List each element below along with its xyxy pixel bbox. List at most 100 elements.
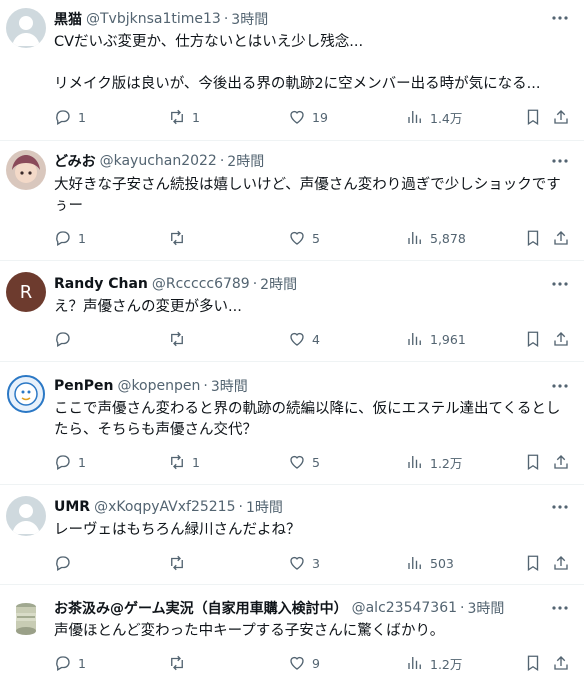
avatar[interactable]: [6, 496, 46, 536]
author-handle[interactable]: @alc23547361: [352, 600, 457, 616]
reply-button[interactable]: 1: [54, 652, 86, 674]
bookmark-icon: [527, 655, 539, 672]
avatar[interactable]: [6, 374, 46, 414]
author-handle[interactable]: @kopenpen: [117, 378, 200, 394]
views-button[interactable]: 1.2万: [406, 652, 462, 674]
more-options-icon[interactable]: [550, 151, 570, 171]
separator-dot: ·: [203, 378, 208, 394]
avatar[interactable]: [6, 597, 46, 637]
repost-button[interactable]: [168, 227, 192, 249]
reply-button[interactable]: 1: [54, 451, 86, 473]
more-options-icon[interactable]: [550, 8, 570, 28]
heart-icon: [290, 455, 304, 469]
avatar[interactable]: [6, 8, 46, 48]
repost-button[interactable]: [168, 652, 192, 674]
reply-icon: [56, 455, 70, 470]
tweet[interactable]: PenPen @kopenpen · 3時間 ここで声優さん変わると界の軌跡の続…: [0, 362, 584, 485]
avatar[interactable]: R: [6, 272, 46, 312]
reply-button[interactable]: [54, 552, 78, 574]
like-button[interactable]: 5: [288, 451, 320, 473]
avatar[interactable]: [6, 150, 46, 190]
tweet-text-content: レーヴェはもちろん緑川さんだよね？: [54, 522, 301, 538]
timestamp[interactable]: 2時間: [227, 151, 264, 171]
author-handle[interactable]: @Rccccc6789: [152, 276, 250, 292]
bookmark-button[interactable]: [524, 552, 542, 574]
repost-icon: [171, 555, 183, 571]
like-button[interactable]: 5: [288, 227, 320, 249]
like-button[interactable]: 9: [288, 652, 320, 674]
views-button[interactable]: 503: [406, 552, 454, 574]
views-button[interactable]: 1.4万: [406, 106, 462, 128]
timestamp[interactable]: 3時間: [231, 9, 268, 29]
timestamp[interactable]: 2時間: [260, 274, 297, 294]
reply-count: 1: [78, 109, 86, 125]
view-count: 1.4万: [430, 110, 463, 126]
reply-button[interactable]: 1: [54, 106, 86, 128]
bookmark-button[interactable]: [524, 106, 542, 128]
like-count: 19: [312, 109, 328, 125]
repost-button[interactable]: 1: [168, 106, 200, 128]
share-button[interactable]: [552, 227, 570, 249]
more-options-icon[interactable]: [550, 274, 570, 294]
views-icon: [408, 657, 421, 669]
author-name[interactable]: どみお: [54, 151, 96, 171]
author-name[interactable]: 黒猫: [54, 9, 82, 29]
views-button[interactable]: 1,961: [406, 328, 466, 350]
like-button[interactable]: 4: [288, 328, 320, 350]
tweet[interactable]: 黒猫 @Tvbjknsa1time13 · 3時間 CVだいぶ変更か、仕方ないと…: [0, 0, 584, 141]
like-button[interactable]: 19: [288, 106, 328, 128]
share-button[interactable]: [552, 652, 570, 674]
tweet-text-content: CVだいぶ変更か、仕方ないとはいえ少し残念... リメイク版は良いが、今後出る界…: [54, 34, 541, 92]
tweet-actions: 1 1 19 1.4万: [54, 106, 574, 128]
view-count: 1.2万: [430, 455, 463, 471]
bookmark-button[interactable]: [524, 227, 542, 249]
author-handle[interactable]: @xKoqpyAVxf25215: [94, 499, 235, 515]
reply-icon: [56, 656, 70, 671]
share-button[interactable]: [552, 328, 570, 350]
bookmark-button[interactable]: [524, 328, 542, 350]
bookmark-button[interactable]: [524, 652, 542, 674]
share-icon: [554, 656, 568, 670]
timestamp[interactable]: 3時間: [211, 376, 248, 396]
avatar-letter: R: [19, 281, 33, 303]
more-options-icon[interactable]: [550, 497, 570, 517]
more-options-icon[interactable]: [550, 598, 570, 618]
views-button[interactable]: 1.2万: [406, 451, 462, 473]
bookmark-icon: [527, 331, 539, 348]
like-button[interactable]: 3: [288, 552, 320, 574]
views-button[interactable]: 5,878: [406, 227, 466, 249]
share-button[interactable]: [552, 451, 570, 473]
author-handle[interactable]: @kayuchan2022: [100, 153, 217, 169]
author-name[interactable]: PenPen: [54, 378, 113, 394]
author-name[interactable]: お茶汲み@ゲーム実況（自家用車購入検討中）: [54, 598, 348, 618]
more-options-icon[interactable]: [550, 376, 570, 396]
share-icon: [554, 556, 568, 570]
reply-button[interactable]: 1: [54, 227, 86, 249]
tweet[interactable]: UMR @xKoqpyAVxf25215 · 1時間 レーヴェはもちろん緑川さん…: [0, 485, 584, 585]
timestamp[interactable]: 3時間: [467, 598, 504, 618]
share-button[interactable]: [552, 106, 570, 128]
repost-icon: [171, 109, 183, 125]
author-name[interactable]: Randy Chan: [54, 276, 148, 292]
share-button[interactable]: [552, 552, 570, 574]
repost-button[interactable]: [168, 552, 192, 574]
tweet-actions: 1 9 1.2万: [54, 652, 574, 674]
bookmark-icon: [527, 454, 539, 471]
reply-button[interactable]: [54, 328, 78, 350]
reply-count: 1: [78, 655, 86, 671]
tweet[interactable]: R Randy Chan @Rccccc6789 · 2時間 え？声優さんの変更…: [0, 261, 584, 362]
tweet[interactable]: どみお @kayuchan2022 · 2時間 大好きな子安さん続投は嬉しいけど…: [0, 141, 584, 261]
repost-button[interactable]: 1: [168, 451, 200, 473]
tweet-text-content: 大好きな子安さん続投は嬉しいけど、声優さん変わり過ぎで少しショックですぅー: [54, 177, 561, 214]
author-handle[interactable]: @Tvbjknsa1time13: [86, 11, 221, 27]
like-count: 4: [312, 331, 320, 347]
author-name[interactable]: UMR: [54, 499, 90, 515]
bookmark-icon: [527, 555, 539, 572]
timestamp[interactable]: 1時間: [246, 497, 283, 517]
tweet[interactable]: お茶汲み@ゲーム実況（自家用車購入検討中） @alc23547361 · 3時間…: [0, 585, 584, 682]
separator-dot: ·: [219, 153, 225, 169]
bookmark-button[interactable]: [524, 451, 542, 473]
bookmark-icon: [527, 109, 539, 126]
reply-count: 1: [78, 230, 86, 246]
repost-button[interactable]: [168, 328, 192, 350]
